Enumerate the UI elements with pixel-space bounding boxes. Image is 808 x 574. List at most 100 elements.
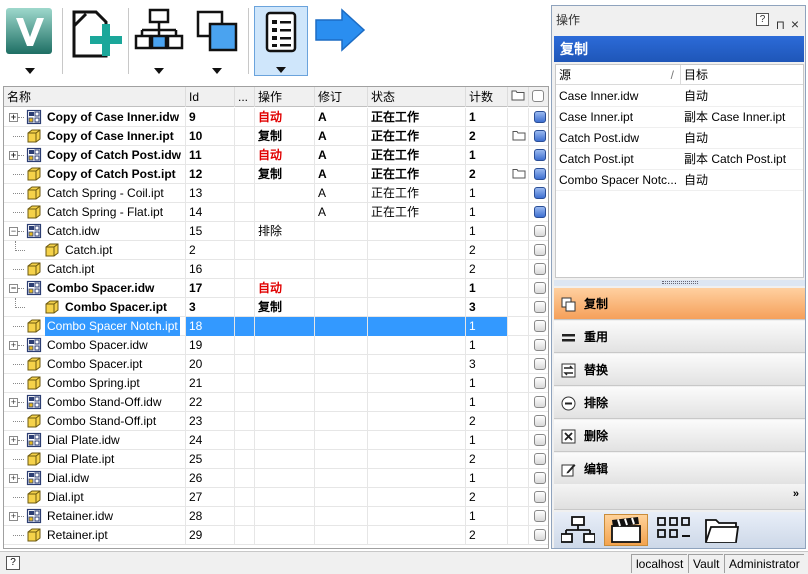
- row-name-cell[interactable]: + Dial.idw: [4, 469, 186, 488]
- action-exclude-minus-button[interactable]: 排除: [554, 387, 805, 419]
- table-row[interactable]: + Copy of Catch Post.idw 11 自动 A 正在工作 1: [4, 146, 548, 165]
- collapse-icon[interactable]: −: [9, 227, 18, 236]
- row-checkbox[interactable]: [534, 244, 546, 256]
- next-arrow-button[interactable]: [314, 6, 366, 76]
- row-checkbox[interactable]: [534, 339, 546, 351]
- nav-grid-button[interactable]: [652, 514, 696, 546]
- table-row[interactable]: − Combo Spacer.idw 17 自动 1: [4, 279, 548, 298]
- mapping-row[interactable]: Catch Post.idw 自动: [556, 128, 803, 149]
- table-row[interactable]: Combo Stand-Off.ipt 23 2: [4, 412, 548, 431]
- row-checkbox[interactable]: [534, 225, 546, 237]
- row-name-cell[interactable]: Dial Plate.ipt: [4, 450, 186, 469]
- row-name-cell[interactable]: + Copy of Catch Post.idw: [4, 146, 186, 165]
- table-row[interactable]: + Retainer.idw 28 1: [4, 507, 548, 526]
- expand-icon[interactable]: +: [9, 474, 18, 483]
- vault-logo-button[interactable]: [4, 6, 56, 76]
- hierarchy-button[interactable]: [134, 6, 184, 76]
- row-name-cell[interactable]: Retainer.ipt: [4, 526, 186, 545]
- table-row[interactable]: + Combo Stand-Off.idw 22 1: [4, 393, 548, 412]
- table-row[interactable]: + Dial.idw 26 1: [4, 469, 548, 488]
- action-replace-button[interactable]: 替换: [554, 354, 805, 386]
- row-checkbox[interactable]: [534, 320, 546, 332]
- table-row[interactable]: Catch.ipt 2 2: [4, 241, 548, 260]
- row-checkbox[interactable]: [534, 529, 546, 541]
- row-name-cell[interactable]: Copy of Case Inner.ipt: [4, 127, 186, 146]
- row-checkbox[interactable]: [534, 301, 546, 313]
- row-name-cell[interactable]: Catch Spring - Flat.ipt: [4, 203, 186, 222]
- list-view-button[interactable]: [254, 6, 308, 76]
- row-checkbox[interactable]: [534, 358, 546, 370]
- action-edit-pencil-button[interactable]: 编辑: [554, 453, 805, 485]
- row-checkbox[interactable]: [534, 130, 546, 142]
- col-action-header[interactable]: 操作: [255, 87, 315, 107]
- table-row[interactable]: Copy of Case Inner.ipt 10 复制 A 正在工作 2: [4, 127, 548, 146]
- dropdown-arrow-icon[interactable]: [212, 68, 222, 74]
- row-name-cell[interactable]: Dial.ipt: [4, 488, 186, 507]
- expand-icon[interactable]: +: [9, 113, 18, 122]
- table-row[interactable]: Catch Spring - Coil.ipt 13 A 正在工作 1: [4, 184, 548, 203]
- row-name-cell[interactable]: + Retainer.idw: [4, 507, 186, 526]
- action-reuse-equals-button[interactable]: 重用: [554, 321, 805, 353]
- table-row[interactable]: Retainer.ipt 29 2: [4, 526, 548, 545]
- row-checkbox[interactable]: [534, 434, 546, 446]
- expand-icon[interactable]: +: [9, 398, 18, 407]
- row-name-cell[interactable]: + Combo Spacer.idw: [4, 336, 186, 355]
- col-check-header[interactable]: [529, 87, 548, 107]
- col-more-header[interactable]: ...: [235, 87, 255, 107]
- col-name-header[interactable]: 名称: [4, 87, 186, 107]
- nav-folder-button[interactable]: [700, 514, 744, 546]
- mapping-row[interactable]: Case Inner.idw 自动: [556, 86, 803, 107]
- expand-icon[interactable]: +: [9, 341, 18, 350]
- row-checkbox[interactable]: [534, 453, 546, 465]
- table-row[interactable]: Catch.ipt 16 2: [4, 260, 548, 279]
- row-checkbox[interactable]: [534, 206, 546, 218]
- row-name-cell[interactable]: Copy of Catch Post.ipt: [4, 165, 186, 184]
- expand-icon[interactable]: +: [9, 512, 18, 521]
- row-checkbox[interactable]: [534, 263, 546, 275]
- new-file-button[interactable]: [68, 6, 122, 76]
- row-name-cell[interactable]: Catch.ipt: [4, 241, 186, 260]
- chevron-double-down-icon[interactable]: »: [793, 488, 799, 500]
- row-name-cell[interactable]: − Catch.idw: [4, 222, 186, 241]
- row-name-cell[interactable]: − Combo Spacer.idw: [4, 279, 186, 298]
- table-row[interactable]: Dial.ipt 27 2: [4, 488, 548, 507]
- col-count-header[interactable]: 计数: [466, 87, 508, 107]
- expand-icon[interactable]: +: [9, 151, 18, 160]
- actions-overflow-bar[interactable]: »: [554, 484, 805, 510]
- row-checkbox[interactable]: [534, 377, 546, 389]
- row-name-cell[interactable]: + Dial Plate.idw: [4, 431, 186, 450]
- row-checkbox[interactable]: [534, 168, 546, 180]
- close-icon[interactable]: ×: [791, 10, 799, 38]
- row-checkbox[interactable]: [534, 491, 546, 503]
- table-row[interactable]: − Catch.idw 15 排除 1: [4, 222, 548, 241]
- row-checkbox[interactable]: [534, 396, 546, 408]
- row-checkbox[interactable]: [534, 415, 546, 427]
- dropdown-arrow-icon[interactable]: [276, 67, 286, 73]
- row-name-cell[interactable]: Combo Stand-Off.ipt: [4, 412, 186, 431]
- col-target-header[interactable]: 目标: [681, 65, 803, 85]
- row-checkbox[interactable]: [534, 510, 546, 522]
- panel-splitter[interactable]: [554, 280, 805, 286]
- help-icon[interactable]: ?: [6, 556, 20, 570]
- row-name-cell[interactable]: Catch.ipt: [4, 260, 186, 279]
- nav-structure-button[interactable]: [556, 514, 600, 546]
- table-row[interactable]: + Dial Plate.idw 24 1: [4, 431, 548, 450]
- row-name-cell[interactable]: + Copy of Case Inner.idw: [4, 108, 186, 127]
- row-name-cell[interactable]: Combo Spacer Notch.ipt: [4, 317, 186, 336]
- table-row[interactable]: Combo Spacer Notch.ipt 18 1: [4, 317, 548, 336]
- nav-clapper-button[interactable]: [604, 514, 648, 546]
- collapse-icon[interactable]: −: [9, 284, 18, 293]
- mapping-row[interactable]: Catch Post.ipt 副本 Catch Post.ipt: [556, 149, 803, 170]
- dropdown-arrow-icon[interactable]: [154, 68, 164, 74]
- table-row[interactable]: Combo Spring.ipt 21 1: [4, 374, 548, 393]
- row-name-cell[interactable]: Combo Spring.ipt: [4, 374, 186, 393]
- row-checkbox[interactable]: [534, 282, 546, 294]
- expand-icon[interactable]: +: [9, 436, 18, 445]
- table-row[interactable]: Dial Plate.ipt 25 2: [4, 450, 548, 469]
- table-row[interactable]: Catch Spring - Flat.ipt 14 A 正在工作 1: [4, 203, 548, 222]
- pin-icon[interactable]: ⊓: [776, 11, 785, 39]
- col-revision-header[interactable]: 修订: [315, 87, 368, 107]
- col-folder-header[interactable]: [508, 87, 529, 107]
- row-checkbox[interactable]: [534, 149, 546, 161]
- row-name-cell[interactable]: Combo Spacer.ipt: [4, 355, 186, 374]
